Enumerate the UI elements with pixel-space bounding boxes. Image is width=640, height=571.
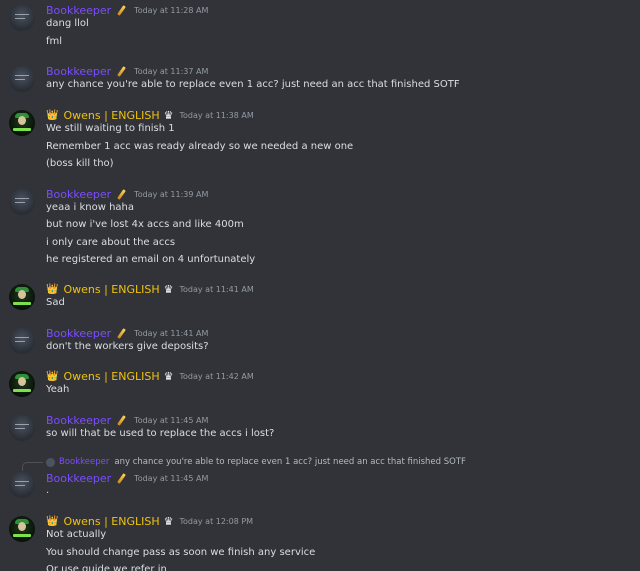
timestamp[interactable]: Today at 11:41 AM: [134, 329, 208, 338]
timestamp[interactable]: Today at 12:08 PM: [179, 517, 253, 526]
message-text: don't the workers give deposits?: [46, 341, 209, 352]
message-text: Sad: [46, 297, 65, 308]
message-header: 👑 Owens | ENGLISH ♛ Today at 11:41 AM: [46, 282, 254, 296]
message-text: You should change pass as soon we finish…: [46, 547, 316, 558]
reply-text[interactable]: any chance you're able to replace even 1…: [114, 457, 466, 467]
message-text: .: [46, 485, 50, 496]
avatar[interactable]: [9, 189, 35, 215]
crown-outline-icon: ♛: [163, 108, 174, 122]
avatar[interactable]: [9, 371, 35, 397]
avatar[interactable]: [9, 5, 35, 31]
message-header: Bookkeeper Today at 11:41 AM: [46, 326, 208, 340]
message-header: Bookkeeper Today at 11:45 AM: [46, 413, 208, 427]
quill-icon: [116, 328, 127, 339]
timestamp[interactable]: Today at 11:39 AM: [134, 190, 208, 199]
author-name[interactable]: Bookkeeper: [46, 4, 111, 17]
avatar[interactable]: [9, 516, 35, 542]
crown-outline-icon: ♛: [163, 369, 174, 383]
message-text: yeaa i know haha: [46, 202, 134, 213]
quill-icon: [116, 473, 127, 484]
message-header: Bookkeeper Today at 11:39 AM: [46, 187, 208, 201]
avatar[interactable]: [9, 415, 35, 441]
quill-icon: [116, 66, 127, 77]
message-header: 👑 Owens | ENGLISH ♛ Today at 11:42 AM: [46, 369, 254, 383]
chat-message-list[interactable]: Bookkeeper Today at 11:28 AM dang llol f…: [0, 0, 640, 571]
author-name[interactable]: Bookkeeper: [46, 188, 111, 201]
timestamp[interactable]: Today at 11:37 AM: [134, 67, 208, 76]
author-name[interactable]: Bookkeeper: [46, 472, 111, 485]
timestamp[interactable]: Today at 11:45 AM: [134, 416, 208, 425]
crown-icon: 👑: [46, 515, 59, 527]
author-name[interactable]: Bookkeeper: [46, 327, 111, 340]
reply-avatar: [46, 457, 55, 467]
author-name[interactable]: Owens | ENGLISH: [63, 515, 159, 528]
message-text: any chance you're able to replace even 1…: [46, 79, 460, 90]
avatar[interactable]: [9, 328, 35, 354]
crown-icon: 👑: [46, 283, 59, 295]
avatar[interactable]: [9, 66, 35, 92]
message-text: i only care about the accs: [46, 237, 176, 248]
message-text: We still waiting to finish 1: [46, 123, 175, 134]
message-text: but now i've lost 4x accs and like 400m: [46, 219, 244, 230]
message-text: fml: [46, 36, 63, 47]
author-name[interactable]: Owens | ENGLISH: [63, 109, 159, 122]
quill-icon: [116, 415, 127, 426]
message-header: Bookkeeper Today at 11:37 AM: [46, 64, 208, 78]
reply-connector: [22, 462, 43, 471]
quill-icon: [116, 5, 127, 16]
crown-outline-icon: ♛: [163, 514, 174, 528]
message-text: Yeah: [46, 384, 70, 395]
message-text: he registered an email on 4 unfortunatel…: [46, 254, 256, 265]
avatar[interactable]: [9, 472, 35, 498]
crown-outline-icon: ♛: [163, 282, 174, 296]
message-header: Bookkeeper Today at 11:28 AM: [46, 3, 208, 17]
message-header: Bookkeeper Today at 11:45 AM: [46, 471, 208, 485]
author-name[interactable]: Bookkeeper: [46, 414, 111, 427]
message-text: Or use guide we refer in: [46, 564, 167, 571]
quill-icon: [116, 189, 127, 200]
message-text: so will that be used to replace the accs…: [46, 428, 275, 439]
author-name[interactable]: Owens | ENGLISH: [63, 283, 159, 296]
message-text: Remember 1 acc was ready already so we n…: [46, 141, 354, 152]
timestamp[interactable]: Today at 11:41 AM: [179, 285, 253, 294]
message-text: Not actually: [46, 529, 107, 540]
author-name[interactable]: Bookkeeper: [46, 65, 111, 78]
crown-icon: 👑: [46, 109, 59, 121]
message-text: dang llol: [46, 18, 89, 29]
avatar[interactable]: [9, 284, 35, 310]
timestamp[interactable]: Today at 11:45 AM: [134, 474, 208, 483]
author-name[interactable]: Owens | ENGLISH: [63, 370, 159, 383]
crown-icon: 👑: [46, 370, 59, 382]
message-text: (boss kill tho): [46, 158, 114, 169]
timestamp[interactable]: Today at 11:42 AM: [179, 372, 253, 381]
reply-preview[interactable]: Bookkeeper any chance you're able to rep…: [46, 456, 466, 468]
timestamp[interactable]: Today at 11:38 AM: [179, 111, 253, 120]
message-header: 👑 Owens | ENGLISH ♛ Today at 12:08 PM: [46, 514, 253, 528]
reply-author[interactable]: Bookkeeper: [59, 457, 109, 467]
timestamp[interactable]: Today at 11:28 AM: [134, 6, 208, 15]
avatar[interactable]: [9, 110, 35, 136]
message-header: 👑 Owens | ENGLISH ♛ Today at 11:38 AM: [46, 108, 254, 122]
